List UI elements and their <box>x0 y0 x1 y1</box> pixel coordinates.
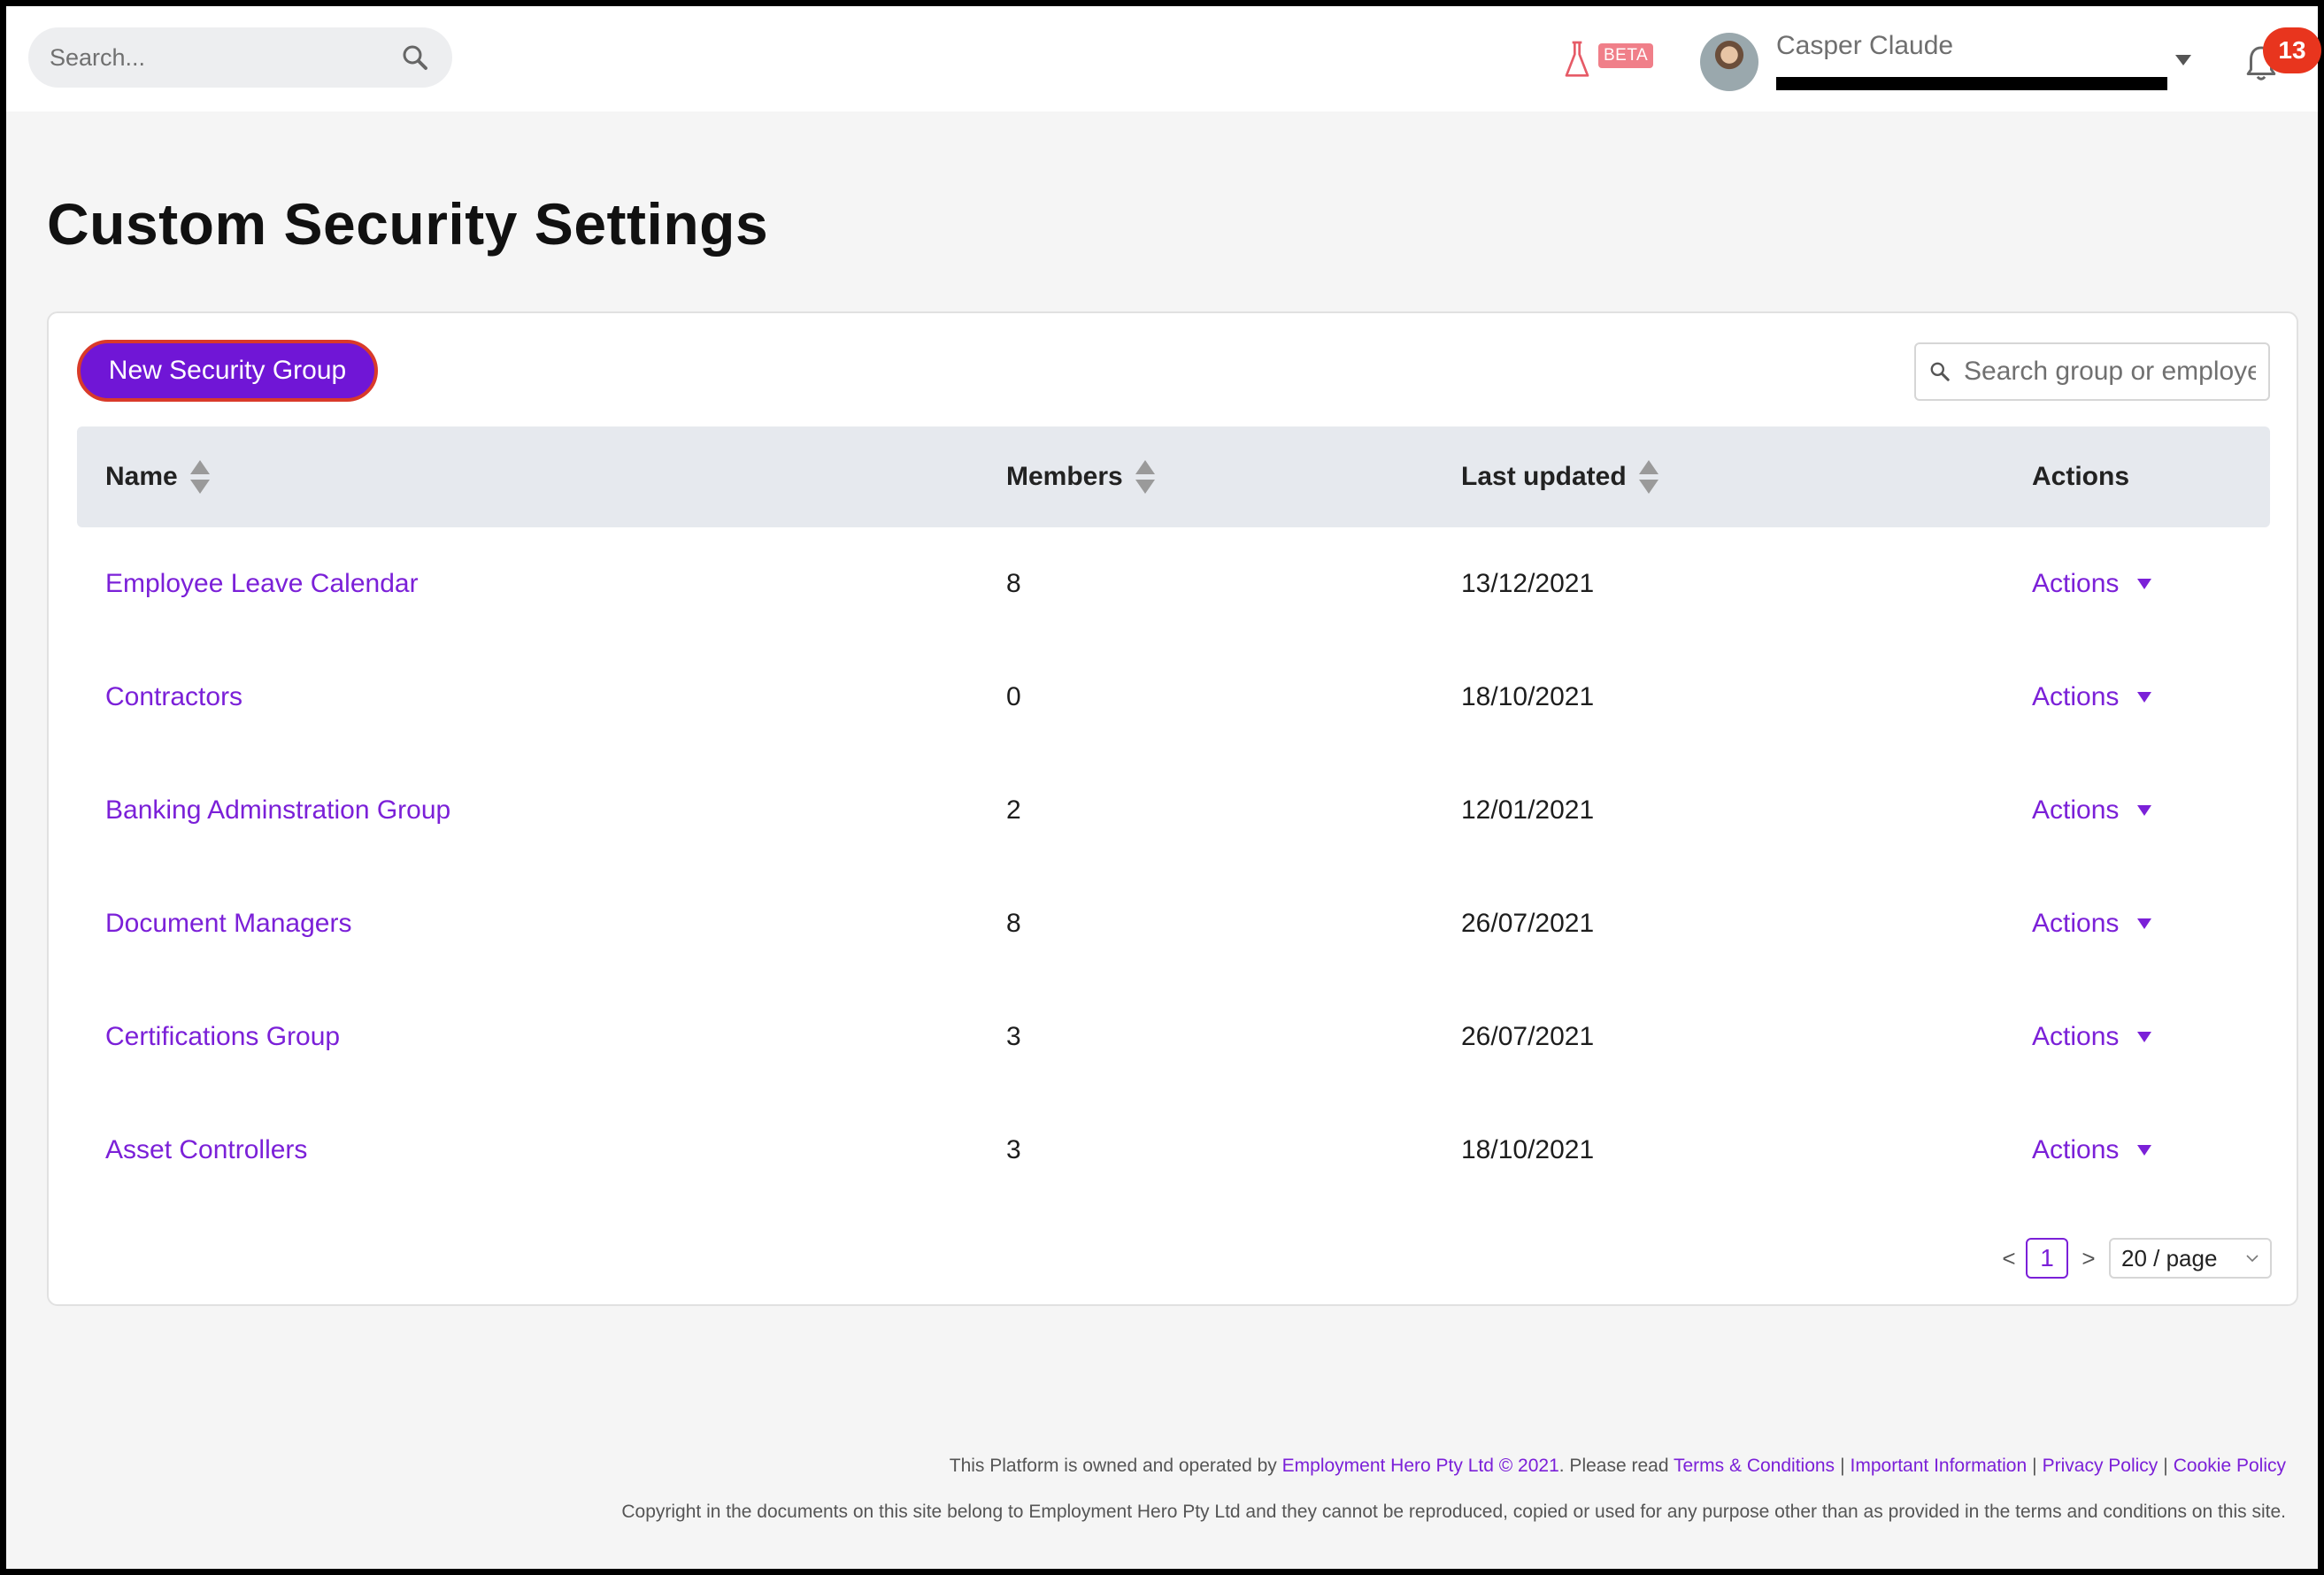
actions-label: Actions <box>2032 569 2120 598</box>
footer-ownership: This Platform is owned and operated by E… <box>950 1456 2286 1477</box>
group-name-link[interactable]: Certifications Group <box>105 1022 340 1052</box>
members-count: 3 <box>1006 1135 1021 1164</box>
footer-separator: | <box>2032 1456 2037 1476</box>
page-size-value: 20 / page <box>2121 1244 2218 1272</box>
members-count: 8 <box>1006 909 1021 938</box>
group-name-link[interactable]: Employee Leave Calendar <box>105 569 419 599</box>
last-updated: 12/01/2021 <box>1461 795 1595 825</box>
search-icon <box>1930 362 1950 381</box>
sort-icon[interactable] <box>1637 457 1660 496</box>
avatar[interactable] <box>1700 33 1758 91</box>
column-label: Name <box>105 462 178 491</box>
beta-badge: BETA <box>1598 43 1654 68</box>
page-title: Custom Security Settings <box>47 191 769 257</box>
caret-down-icon[interactable] <box>2173 52 2194 68</box>
pagination-prev[interactable]: < <box>1996 1238 2022 1279</box>
pagination-next[interactable]: > <box>2075 1238 2102 1279</box>
column-header-actions: Actions <box>2032 426 2129 527</box>
members-count: 3 <box>1006 1022 1021 1051</box>
caret-down-icon <box>2137 692 2152 703</box>
actions-dropdown[interactable]: Actions <box>2032 1135 2152 1165</box>
table-row: Asset Controllers 3 18/10/2021 Actions <box>77 1094 2270 1207</box>
important-information-link[interactable]: Important Information <box>1851 1456 2028 1476</box>
last-updated: 18/10/2021 <box>1461 682 1595 711</box>
last-updated: 26/07/2021 <box>1461 909 1595 938</box>
footer-text: . Please read <box>1558 1456 1669 1476</box>
sort-icon[interactable] <box>189 457 212 496</box>
pagination: < 1 > 20 / page <box>49 1238 2297 1279</box>
actions-label: Actions <box>2032 1022 2120 1051</box>
column-label: Last updated <box>1461 462 1627 491</box>
privacy-policy-link[interactable]: Privacy Policy <box>2043 1456 2159 1476</box>
actions-dropdown[interactable]: Actions <box>2032 682 2152 712</box>
actions-dropdown[interactable]: Actions <box>2032 1022 2152 1052</box>
top-bar: BETA Casper Claude 13 <box>6 6 2321 111</box>
column-header-name[interactable]: Name <box>105 426 212 527</box>
members-count: 2 <box>1006 795 1021 825</box>
beta-features[interactable]: BETA <box>1563 40 1654 81</box>
company-link[interactable]: Employment Hero Pty Ltd © 2021 <box>1282 1456 1559 1476</box>
column-label: Members <box>1006 462 1123 491</box>
column-label: Actions <box>2032 462 2130 491</box>
chevron-down-icon <box>2246 1255 2259 1263</box>
page-size-select[interactable]: 20 / page <box>2109 1238 2272 1279</box>
actions-label: Actions <box>2032 909 2120 938</box>
footer-text: This Platform is owned and operated by <box>949 1456 1277 1476</box>
caret-down-icon <box>2137 918 2152 929</box>
members-count: 0 <box>1006 682 1021 711</box>
user-name: Casper Claude <box>1776 31 1954 60</box>
actions-label: Actions <box>2032 682 2120 711</box>
caret-down-icon <box>2137 805 2152 816</box>
last-updated: 18/10/2021 <box>1461 1135 1595 1164</box>
last-updated: 26/07/2021 <box>1461 1022 1595 1051</box>
user-menu[interactable]: Casper Claude <box>1700 31 2178 93</box>
table-row: Contractors 0 18/10/2021 Actions <box>77 641 2270 754</box>
footer-separator: | <box>1840 1456 1845 1476</box>
footer-copyright: Copyright in the documents on this site … <box>621 1502 2286 1522</box>
new-security-group-button[interactable]: New Security Group <box>77 340 378 402</box>
group-name-link[interactable]: Asset Controllers <box>105 1135 307 1165</box>
caret-down-icon <box>2137 1145 2152 1156</box>
actions-dropdown[interactable]: Actions <box>2032 795 2152 826</box>
redacted-email <box>1776 77 2167 90</box>
group-search-input[interactable] <box>1964 357 2256 387</box>
global-search-input[interactable] <box>50 43 399 72</box>
table-row: Banking Adminstration Group 2 12/01/2021… <box>77 754 2270 867</box>
sort-icon[interactable] <box>1134 457 1157 496</box>
pagination-page-1[interactable]: 1 <box>2026 1238 2068 1279</box>
security-groups-card: New Security Group Name Members <box>47 311 2298 1306</box>
table-row: Document Managers 8 26/07/2021 Actions <box>77 867 2270 980</box>
actions-dropdown[interactable]: Actions <box>2032 909 2152 939</box>
column-header-last-updated[interactable]: Last updated <box>1461 426 1660 527</box>
table-row: Employee Leave Calendar 8 13/12/2021 Act… <box>77 527 2270 641</box>
search-icon[interactable] <box>399 42 431 73</box>
group-search[interactable] <box>1914 342 2270 401</box>
terms-link[interactable]: Terms & Conditions <box>1674 1456 1835 1476</box>
caret-down-icon <box>2137 579 2152 589</box>
group-name-link[interactable]: Contractors <box>105 682 242 712</box>
table-header: Name Members Last updated Actions <box>77 426 2270 527</box>
app-window: BETA Casper Claude 13 Custom Security Se… <box>0 0 2324 1575</box>
flask-icon <box>1565 41 1589 77</box>
table-row: Certifications Group 3 26/07/2021 Action… <box>77 980 2270 1094</box>
actions-dropdown[interactable]: Actions <box>2032 569 2152 599</box>
actions-label: Actions <box>2032 1135 2120 1164</box>
cookie-policy-link[interactable]: Cookie Policy <box>2174 1456 2286 1476</box>
members-count: 8 <box>1006 569 1021 598</box>
global-search[interactable] <box>28 27 452 88</box>
caret-down-icon <box>2137 1032 2152 1042</box>
column-header-members[interactable]: Members <box>1006 426 1157 527</box>
group-name-link[interactable]: Document Managers <box>105 909 351 939</box>
last-updated: 13/12/2021 <box>1461 569 1595 598</box>
group-name-link[interactable]: Banking Adminstration Group <box>105 795 450 826</box>
actions-label: Actions <box>2032 795 2120 825</box>
notification-badge[interactable]: 13 <box>2263 27 2321 73</box>
footer-separator: | <box>2163 1456 2168 1476</box>
